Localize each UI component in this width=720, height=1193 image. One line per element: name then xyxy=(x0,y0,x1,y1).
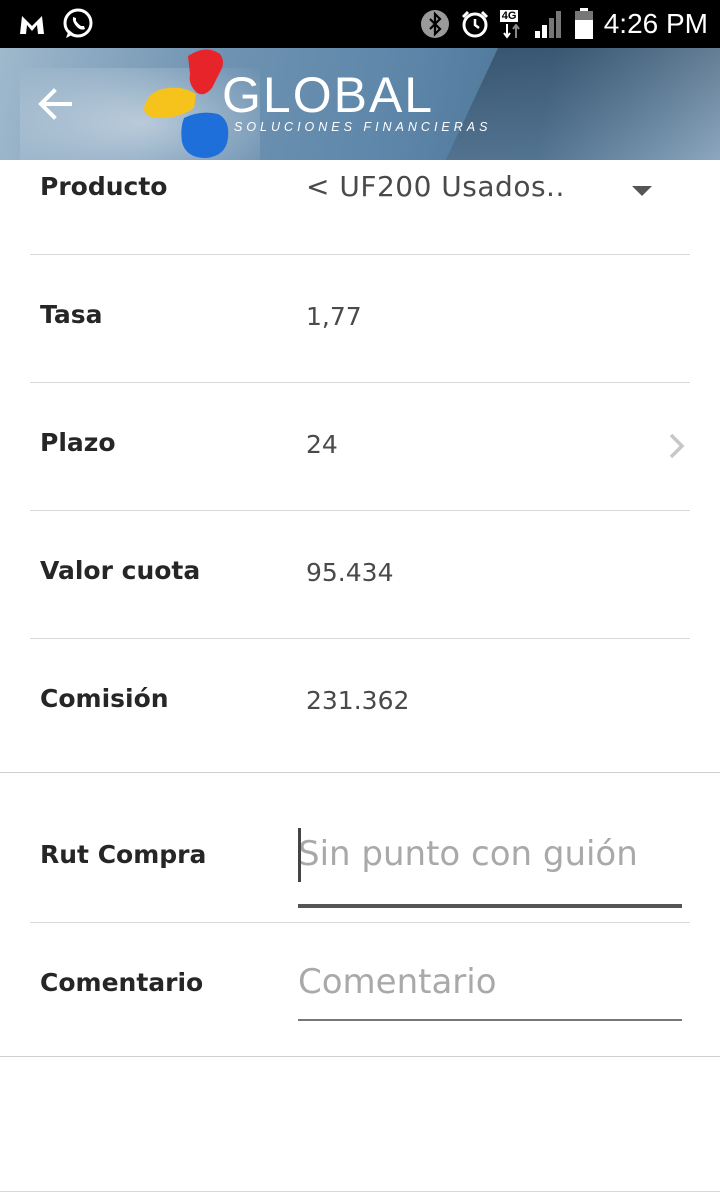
network-4g-icon: 4G xyxy=(499,8,524,40)
app-header: GLOBAL SOLUCIONES FINANCIERAS xyxy=(0,48,720,160)
rut-compra-field[interactable] xyxy=(298,822,682,908)
comision-label: Comisión xyxy=(40,684,169,713)
tasa-value: 1,77 xyxy=(306,302,362,331)
signal-icon xyxy=(534,11,561,38)
comentario-label: Comentario xyxy=(40,968,204,997)
text-cursor xyxy=(298,828,301,882)
whatsapp-icon xyxy=(63,8,93,38)
dropdown-caret-icon[interactable] xyxy=(632,186,652,196)
battery-icon xyxy=(574,8,593,39)
malwarebytes-icon xyxy=(20,16,44,34)
tasa-label: Tasa xyxy=(40,300,103,329)
status-time: 4:26 PM xyxy=(603,8,708,39)
plazo-label: Plazo xyxy=(40,428,116,457)
alarm-icon xyxy=(461,10,488,38)
brand-name: GLOBAL xyxy=(222,67,435,123)
brand-logo: GLOBAL SOLUCIONES FINANCIERAS xyxy=(140,48,500,160)
rut-compra-label: Rut Compra xyxy=(40,840,207,869)
comentario-input[interactable] xyxy=(298,952,682,1012)
comision-value: 231.362 xyxy=(306,686,410,715)
footer-divider xyxy=(0,1191,720,1192)
chevron-right-icon[interactable] xyxy=(666,432,688,460)
producto-select[interactable]: < UF200 Usados.. xyxy=(306,170,565,203)
comentario-field[interactable] xyxy=(298,952,682,1021)
bluetooth-icon xyxy=(420,10,449,38)
valor-cuota-value: 95.434 xyxy=(306,558,394,587)
rut-compra-input[interactable] xyxy=(298,822,682,886)
plazo-value: 24 xyxy=(306,430,338,459)
plazo-row[interactable] xyxy=(30,383,690,511)
section-divider-bottom xyxy=(0,1056,720,1057)
producto-label: Producto xyxy=(40,172,168,201)
valor-cuota-label: Valor cuota xyxy=(40,556,201,585)
status-bar: 4G 4:26 PM xyxy=(0,0,720,48)
back-arrow-icon[interactable] xyxy=(34,84,78,124)
brand-tagline: SOLUCIONES FINANCIERAS xyxy=(234,120,492,134)
